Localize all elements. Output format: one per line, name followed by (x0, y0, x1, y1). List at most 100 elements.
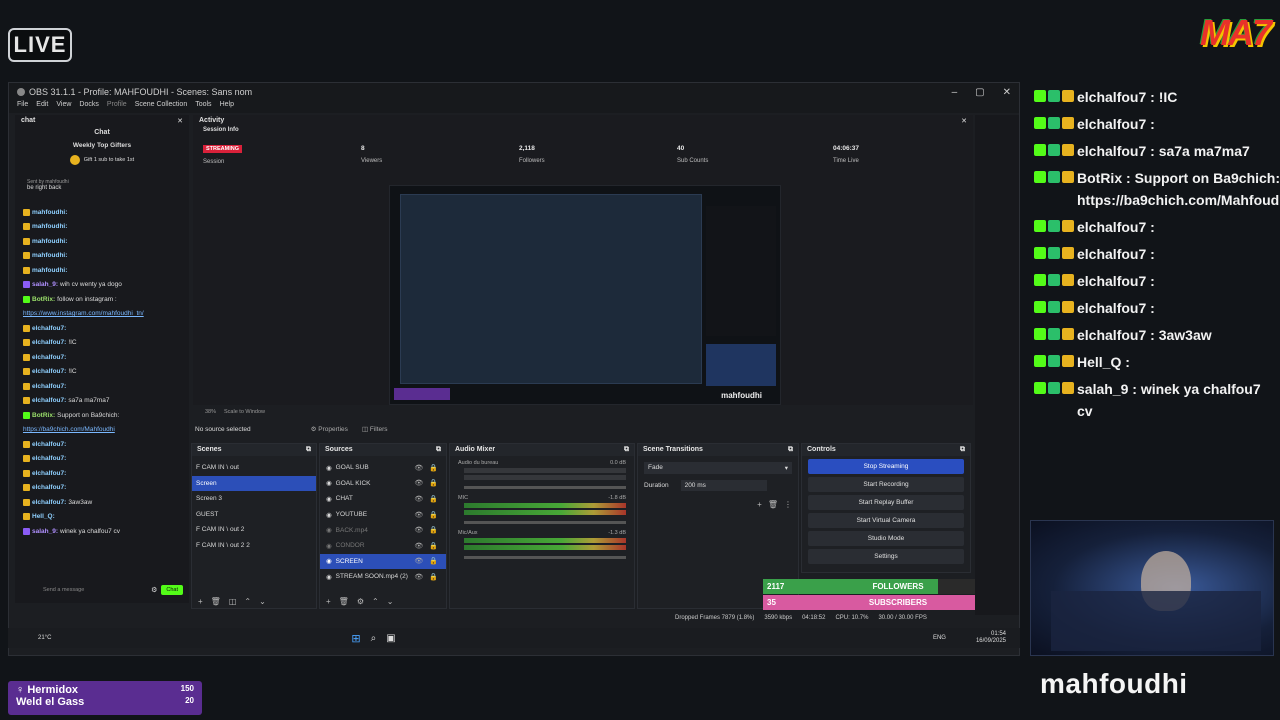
menu-view[interactable]: View (56, 101, 71, 113)
menu-help[interactable]: Help (220, 101, 234, 113)
scene-item[interactable]: GUEST (192, 507, 316, 523)
menu-profile[interactable]: Profile (107, 101, 127, 113)
chat-link[interactable]: https://www.instagram.com/mahfoudhi_tn/ (23, 310, 144, 317)
weather-widget[interactable]: 21°C (38, 635, 51, 641)
menu-scene-collection[interactable]: Scene Collection (135, 101, 188, 113)
visibility-eye-icon[interactable]: 👁 (414, 542, 423, 550)
lock-icon[interactable]: 🔒 (429, 511, 438, 519)
source-item[interactable]: ◉ CONDOR 👁 🔒 (320, 538, 446, 554)
chat-username[interactable]: elchalfou7: (32, 499, 66, 506)
menu-edit[interactable]: Edit (36, 101, 48, 113)
chat-username[interactable]: salah_9: (32, 281, 58, 288)
move-down-icon[interactable]: ⌄ (259, 597, 266, 606)
lock-icon[interactable]: 🔒 (429, 526, 438, 534)
menu-file[interactable]: File (17, 101, 28, 113)
chat-username[interactable]: elchalfou7: (32, 383, 66, 390)
source-item[interactable]: ◉ STREAM SOON.mp4 (2) 👁 🔒 (320, 569, 446, 585)
popout-icon[interactable]: ⧉ (624, 446, 629, 454)
lock-icon[interactable]: 🔒 (429, 479, 438, 487)
chat-username[interactable]: BotRix: (32, 412, 55, 419)
scene-filter-icon[interactable]: ◫ (229, 597, 237, 606)
zoom-level[interactable]: 38% (205, 409, 216, 415)
source-item[interactable]: ◉ YOUTUBE 👁 🔒 (320, 507, 446, 523)
start-virtual-camera-button[interactable]: Start Virtual Camera (808, 513, 964, 528)
scene-item[interactable]: Screen 3 (192, 491, 316, 507)
chat-username[interactable]: elchalfou7: (32, 339, 66, 346)
task-view-icon[interactable]: ▣ (386, 633, 395, 644)
add-transition-icon[interactable]: + (757, 500, 762, 509)
gifters-cta[interactable]: Gift 1 sub to take 1st (15, 155, 189, 165)
menu-docks[interactable]: Docks (79, 101, 98, 113)
move-up-icon[interactable]: ⌃ (244, 597, 251, 606)
chat-username[interactable]: elchalfou7: (32, 455, 66, 462)
source-item[interactable]: ◉ BACK.mp4 👁 🔒 (320, 522, 446, 538)
scale-mode[interactable]: Scale to Window (224, 409, 265, 415)
volume-slider[interactable] (464, 521, 626, 524)
transition-select[interactable]: Fade ▾ (644, 462, 792, 474)
minimize-icon[interactable]: – (952, 87, 958, 98)
scene-item[interactable]: F CAM IN \ out 2 2 (192, 538, 316, 554)
source-settings-icon[interactable]: ⚙ (357, 597, 364, 606)
visibility-eye-icon[interactable]: 👁 (414, 464, 423, 472)
close-icon[interactable]: ✕ (1003, 87, 1011, 98)
chat-username[interactable]: elchalfou7: (32, 354, 66, 361)
chat-username[interactable]: elchalfou7: (32, 441, 66, 448)
move-down-icon[interactable]: ⌄ (387, 597, 394, 606)
volume-slider[interactable] (464, 486, 626, 489)
lock-icon[interactable]: 🔒 (429, 557, 438, 565)
lock-icon[interactable]: 🔒 (429, 464, 438, 472)
popout-icon[interactable]: ⧉ (306, 446, 311, 454)
add-scene-icon[interactable]: + (198, 597, 203, 606)
dock-close-icon[interactable]: ✕ (177, 117, 183, 125)
chat-username[interactable]: elchalfou7: (32, 484, 66, 491)
remove-source-icon[interactable]: 🗑 (339, 597, 349, 606)
start-replay-buffer-button[interactable]: Start Replay Buffer (808, 495, 964, 510)
visibility-eye-icon[interactable]: 👁 (414, 526, 423, 534)
maximize-icon[interactable]: ▢ (975, 87, 984, 98)
chat-link[interactable]: https://ba9chich.com/Mahfoudhi (23, 426, 115, 433)
visibility-eye-icon[interactable]: 👁 (414, 557, 423, 565)
source-item[interactable]: ◉ GOAL KICK 👁 🔒 (320, 476, 446, 492)
chat-username[interactable]: mahfoudhi: (32, 252, 67, 259)
duration-input[interactable]: 200 ms (680, 480, 767, 491)
source-item[interactable]: ◉ GOAL SUB 👁 🔒 (320, 460, 446, 476)
start-icon[interactable]: ⊞ (351, 632, 360, 645)
popout-icon[interactable]: ⧉ (960, 446, 965, 454)
popout-icon[interactable]: ⧉ (788, 446, 793, 454)
lock-icon[interactable]: 🔒 (429, 573, 438, 581)
more-icon[interactable]: ⋮ (784, 500, 792, 509)
lang-indicator[interactable]: ENG (933, 635, 946, 641)
move-up-icon[interactable]: ⌃ (372, 597, 379, 606)
add-source-icon[interactable]: + (326, 597, 331, 606)
visibility-eye-icon[interactable]: 👁 (414, 495, 423, 503)
chat-username[interactable]: elchalfou7: (32, 397, 66, 404)
menu-tools[interactable]: Tools (195, 101, 211, 113)
visibility-eye-icon[interactable]: 👁 (414, 511, 423, 519)
source-item[interactable]: ◉ CHAT 👁 🔒 (320, 491, 446, 507)
chat-username[interactable]: mahfoudhi: (32, 223, 67, 230)
scene-item[interactable]: Screen (192, 475, 316, 491)
chat-username[interactable]: mahfoudhi: (32, 267, 67, 274)
chat-username[interactable]: mahfoudhi: (32, 238, 67, 245)
settings-icon[interactable]: ⚙ (151, 586, 157, 594)
chat-input[interactable]: Send a message (21, 587, 147, 593)
visibility-eye-icon[interactable]: 👁 (414, 573, 423, 581)
visibility-eye-icon[interactable]: 👁 (414, 479, 423, 487)
chat-username[interactable]: elchalfou7: (32, 470, 66, 477)
scene-item[interactable]: F CAM IN \ out 2 (192, 522, 316, 538)
scene-item[interactable]: F CAM IN \ out (192, 460, 316, 476)
chat-username[interactable]: Hell_Q: (32, 513, 55, 520)
settings-button[interactable]: Settings (808, 549, 964, 564)
dock-close-icon[interactable]: ✕ (961, 117, 967, 125)
volume-slider[interactable] (464, 556, 626, 559)
remove-scene-icon[interactable]: 🗑 (211, 597, 221, 606)
properties-button[interactable]: ⚙ Properties (311, 425, 348, 433)
chat-username[interactable]: salah_9: (32, 528, 58, 535)
source-item[interactable]: ◉ SCREEN 👁 🔒 (320, 553, 446, 570)
stop-streaming-button[interactable]: Stop Streaming (808, 459, 964, 474)
start-recording-button[interactable]: Start Recording (808, 477, 964, 492)
popout-icon[interactable]: ⧉ (436, 446, 441, 454)
search-icon[interactable]: ⌕ (371, 633, 377, 644)
studio-mode-button[interactable]: Studio Mode (808, 531, 964, 546)
chat-username[interactable]: BotRix: (32, 296, 55, 303)
